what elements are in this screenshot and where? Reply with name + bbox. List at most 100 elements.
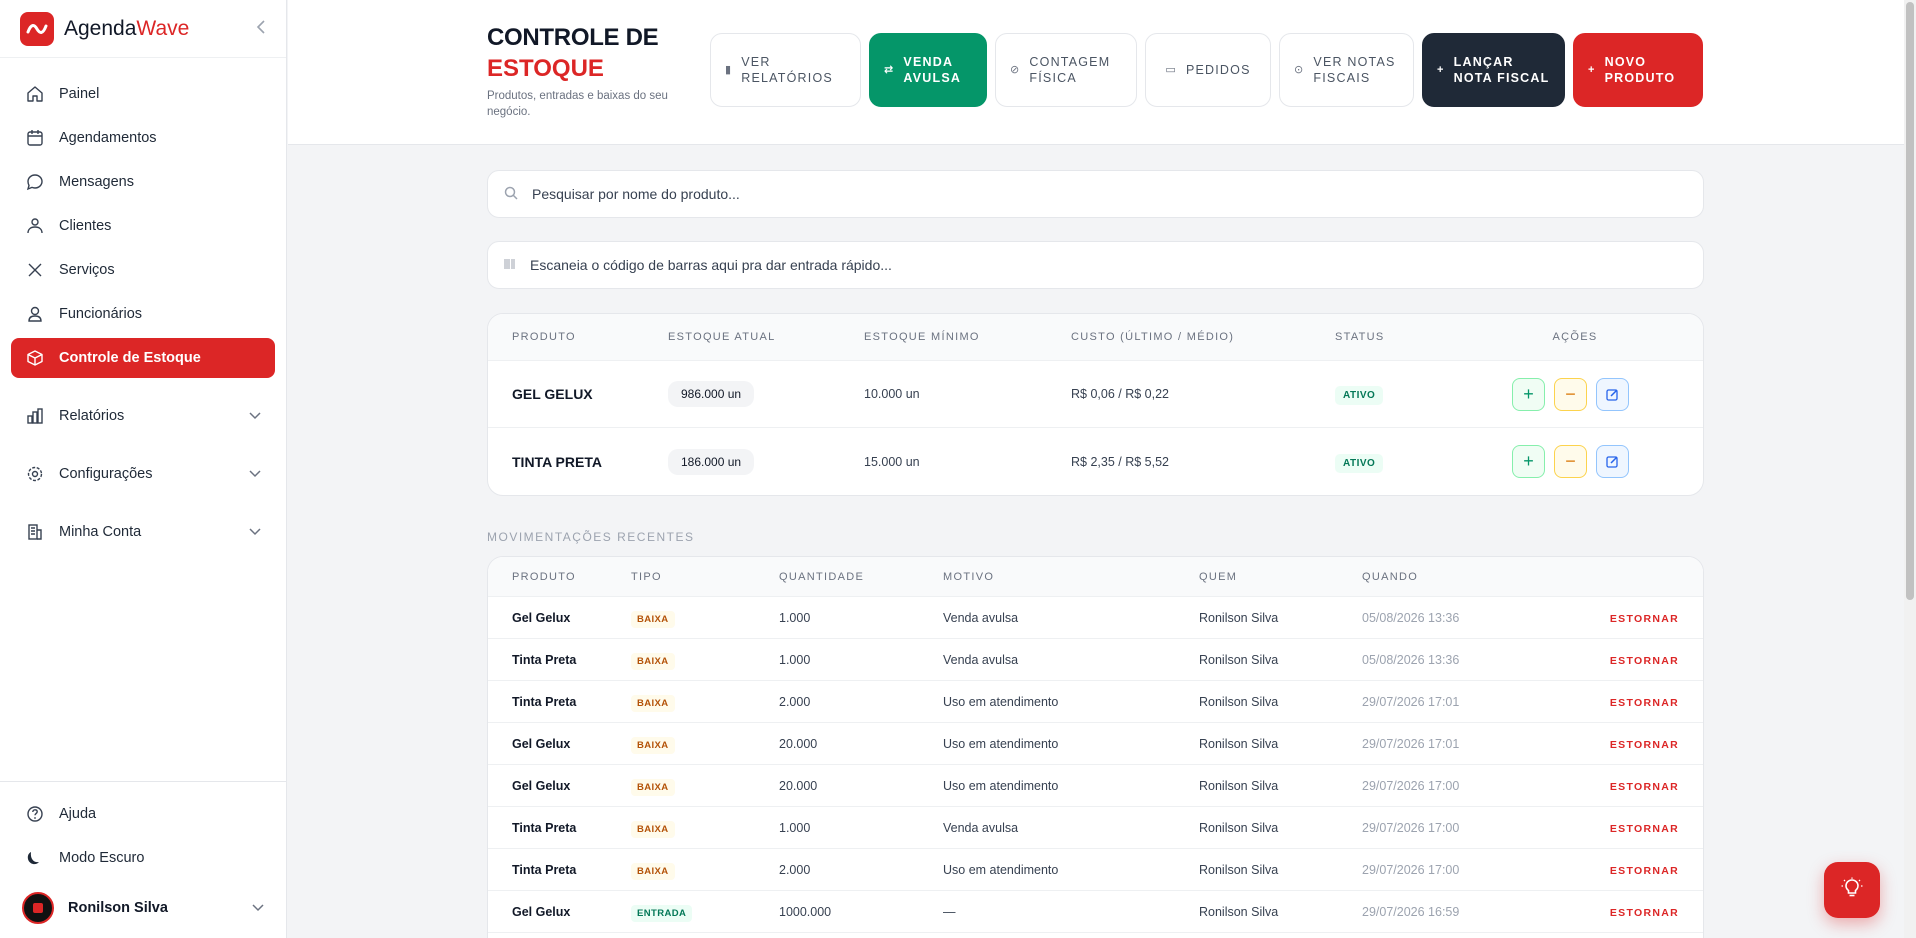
movement-when: 05/08/2026 13:36 [1362,652,1460,667]
clipboard-icon: ▭ [1165,64,1177,76]
sidebar-item-painel[interactable]: Painel [11,74,275,114]
sidebar-item-servicos[interactable]: Serviços [11,250,275,290]
ver-relatorios-button[interactable]: ▮ VER RELATÓRIOS [710,33,861,107]
user-name: Ronilson Silva [68,900,168,916]
movement-product: Tinta Preta [512,862,577,877]
status-badge: ATIVO [1335,386,1384,405]
movement-who: Ronilson Silva [1199,862,1279,877]
calendar-icon [25,128,45,148]
avatar [22,892,54,924]
brand-header: AgendaWave [0,0,286,58]
tips-fab-button[interactable] [1824,862,1880,918]
chevron-down-icon[interactable] [249,466,261,482]
page-title: CONTROLE DE [487,24,659,51]
building-icon [25,522,45,542]
movement-who: Ronilson Silva [1199,694,1279,709]
search-input[interactable]: Pesquisar por nome do produto... [487,170,1704,218]
venda-avulsa-button[interactable]: ⇄ VENDA AVULSA [869,33,987,107]
home-icon [25,84,45,104]
movement-qty: 2.000 [779,862,811,877]
movement-product: Tinta Preta [512,652,577,667]
sidebar-item-label: Painel [59,86,100,102]
novo-produto-button[interactable]: + NOVO PRODUTO [1573,33,1703,107]
movement-when: 29/07/2026 16:59 [1362,904,1460,919]
col-header: PRODUTO [512,331,576,343]
chart-icon [25,406,45,426]
estornar-button[interactable]: ESTORNAR [1610,823,1679,835]
chevron-down-icon[interactable] [249,408,261,424]
row-actions: + − [1485,445,1665,478]
estornar-button[interactable]: ESTORNAR [1610,781,1679,793]
sidebar-item-clientes[interactable]: Clientes [11,206,275,246]
movement-type-badge: BAIXA [631,862,675,880]
add-stock-button[interactable]: + [1512,445,1545,478]
edit-product-button[interactable] [1596,377,1629,411]
edit-product-button[interactable] [1596,445,1629,478]
sidebar: AgendaWave Painel Agendamentos Mensagens… [0,0,287,938]
chat-icon [25,172,45,192]
barcode-input[interactable]: Escaneia o código de barras aqui pra dar… [487,241,1704,289]
scrollbar-thumb[interactable] [1906,2,1914,600]
estornar-button[interactable]: ESTORNAR [1610,613,1679,625]
sidebar-item-agendamentos[interactable]: Agendamentos [11,118,275,158]
chevron-down-icon[interactable] [252,900,264,916]
pedidos-button[interactable]: ▭ PEDIDOS [1145,33,1271,107]
chevron-down-icon[interactable] [249,524,261,540]
estornar-button[interactable]: ESTORNAR [1610,907,1679,919]
table-row: Tinta Preta BAIXA 1.000 Venda avulsa Ronilso… [488,807,1703,849]
plus-icon: + [1588,64,1596,76]
sidebar-item-label: Agendamentos [59,130,157,146]
page-scrollbar[interactable] [1904,0,1916,938]
add-stock-button[interactable]: + [1512,377,1545,411]
movement-qty: 2.000 [779,694,811,709]
movement-product: Tinta Preta [512,694,577,709]
check-circle-icon: ⊘ [1010,64,1021,76]
movement-qty: 1.000 [779,610,811,625]
movement-reason: Uso em atendimento [943,736,1059,751]
movement-reason: Venda avulsa [943,820,1019,835]
dark-mode-toggle[interactable]: Modo Escuro [11,838,275,878]
sidebar-item-label: Funcionários [59,306,143,322]
movement-who: Ronilson Silva [1199,778,1279,793]
movement-product: Tinta Preta [512,820,577,835]
movement-when: 29/07/2026 17:00 [1362,820,1460,835]
sidebar-item-mensagens[interactable]: Mensagens [11,162,275,202]
table-row: Gel Gelux BAIXA 20.000 Uso em atendimento Ro… [488,765,1703,807]
estornar-button[interactable]: ESTORNAR [1610,739,1679,751]
lancar-nota-fiscal-button[interactable]: + LANÇAR NOTA FISCAL [1422,33,1565,107]
sidebar-item-label: Ajuda [59,806,97,822]
gear-icon [25,464,45,484]
ver-notas-fiscais-button[interactable]: ⊙ VER NOTAS FISCAIS [1279,33,1414,107]
sidebar-item-funcionarios[interactable]: Funcionários [11,294,275,334]
movement-reason: Uso em atendimento [943,778,1059,793]
sidebar-item-minha-conta[interactable]: Minha Conta [11,512,275,552]
estornar-button[interactable]: ESTORNAR [1610,697,1679,709]
estornar-button[interactable]: ESTORNAR [1610,655,1679,667]
agendawave-logo-icon[interactable] [20,11,54,46]
section-title: MOVIMENTAÇÕES RECENTES [487,530,695,544]
movement-reason: Venda avulsa [943,610,1019,625]
table-row: Gel Gelux BAIXA 1.000 Venda avulsa Ronilson … [488,597,1703,639]
collapse-sidebar-icon[interactable] [256,18,266,39]
contagem-fisica-button[interactable]: ⊘ CONTAGEM FÍSICA [995,33,1137,107]
sidebar-item-relatorios[interactable]: Relatórios [11,396,275,436]
movement-who: Ronilson Silva [1199,652,1279,667]
movement-type-badge: BAIXA [631,652,675,670]
user-menu[interactable]: Ronilson Silva [0,882,286,934]
table-row: Tinta Preta BAIXA 2.000 Uso em atendimento R… [488,849,1703,891]
remove-stock-button[interactable]: − [1554,445,1587,478]
movement-product: Gel Gelux [512,778,571,793]
movement-type-badge: ENTRADA [631,904,693,922]
sidebar-item-configuracoes[interactable]: Configurações [11,454,275,494]
estornar-button[interactable]: ESTORNAR [1610,865,1679,877]
sidebar-item-ajuda[interactable]: Ajuda [11,794,275,834]
col-header: QUEM [1199,570,1238,583]
movement-type-badge: BAIXA [631,736,675,754]
sidebar-item-controle-de-estoque[interactable]: Controle de Estoque [11,338,275,378]
movement-who: Ronilson Silva [1199,904,1279,919]
search-placeholder: Pesquisar por nome do produto... [532,186,740,202]
remove-stock-button[interactable]: − [1554,377,1587,411]
movement-when: 29/07/2026 17:00 [1362,778,1460,793]
sidebar-item-label: Modo Escuro [59,850,145,866]
cart-icon: ⇄ [884,64,895,76]
